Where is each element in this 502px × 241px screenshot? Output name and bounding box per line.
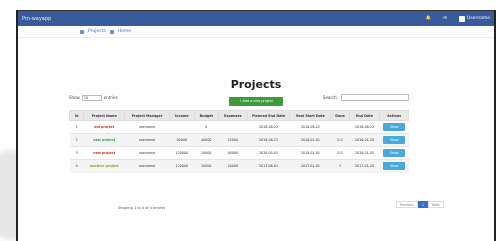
cell-actions: Show bbox=[379, 133, 409, 147]
cell-income: 90000 bbox=[169, 133, 195, 147]
cell-expenses: 20000 bbox=[218, 159, 248, 173]
cell-real-start-date: 2018-01-01 bbox=[289, 146, 331, 160]
col-planned-end-date[interactable]: Planned End Date bbox=[246, 110, 291, 121]
cell-planned-end-date: 2018-05-01 bbox=[247, 146, 290, 160]
cell-project-name[interactable]: new project bbox=[83, 133, 125, 147]
table-controls: Show 10 entries Search: bbox=[69, 94, 409, 101]
cell-done: 1 bbox=[330, 159, 350, 173]
cell-project-manager: username bbox=[124, 120, 170, 134]
cell-real-start-date: 2018-02-01 bbox=[289, 133, 331, 147]
pagination-next[interactable]: Next bbox=[428, 201, 444, 208]
cell-budget: 40000 bbox=[194, 133, 219, 147]
col-real-start-date[interactable]: Real Start Date bbox=[289, 110, 332, 121]
cell-end-date: 2017-01-20 bbox=[349, 159, 380, 173]
cell-expenses: 25000 bbox=[218, 133, 248, 147]
navbar-right: 🔔 ✉ Username bbox=[426, 15, 490, 22]
col-done[interactable]: Done bbox=[330, 110, 350, 121]
cell-expenses bbox=[218, 120, 248, 134]
cell-end-date: 2018-01-20 bbox=[349, 133, 380, 147]
top-navbar: Pm-wayapp 🔔 ✉ Username bbox=[18, 11, 494, 26]
col-budget[interactable]: Budget bbox=[193, 110, 220, 121]
show-button[interactable]: Show bbox=[383, 149, 406, 157]
cell-id: 1 bbox=[69, 120, 84, 134]
cell-income: 120000 bbox=[169, 146, 195, 160]
page-length-select[interactable]: 10 bbox=[81, 94, 102, 101]
col-end-date[interactable]: End Date bbox=[348, 110, 381, 121]
table-row: 4 another project username 120000 10000 … bbox=[69, 159, 409, 173]
username-label: Username bbox=[467, 16, 490, 21]
table-row: 2 new project username 90000 40000 25000… bbox=[69, 133, 409, 147]
cell-end-date: 2018-08-22 bbox=[349, 120, 380, 134]
cell-real-start-date: 2018-08-22 bbox=[289, 120, 331, 134]
nav-item-messages[interactable]: ✉ bbox=[443, 16, 449, 21]
projects-table: Id Project Name Project Manager Income B… bbox=[68, 110, 409, 173]
breadcrumb-projects[interactable]: Projects bbox=[88, 29, 106, 34]
search-control: Search: bbox=[323, 94, 409, 101]
cell-planned-end-date: 2018-08-22 bbox=[247, 120, 290, 134]
breadcrumb-home[interactable]: Home bbox=[118, 29, 131, 34]
cell-project-manager: username bbox=[124, 159, 170, 173]
nav-item-user[interactable]: Username bbox=[459, 15, 490, 22]
cell-project-manager: username bbox=[124, 133, 170, 147]
show-label: Show bbox=[69, 95, 80, 100]
cell-id: 2 bbox=[69, 133, 84, 147]
col-project-manager[interactable]: Project Manager bbox=[124, 110, 171, 121]
cell-budget: 0 bbox=[194, 120, 219, 134]
bell-icon: 🔔 bbox=[425, 16, 432, 21]
cell-expenses: 40000 bbox=[218, 146, 248, 160]
table-header-row: Id Project Name Project Manager Income B… bbox=[68, 110, 409, 121]
cell-real-start-date: 2017-01-01 bbox=[289, 159, 331, 173]
cell-end-date: 2018-01-05 bbox=[349, 146, 380, 160]
entries-label: entries bbox=[103, 95, 118, 100]
cell-id: 4 bbox=[69, 159, 84, 173]
page-length-control: Show 10 entries bbox=[69, 94, 118, 101]
breadcrumb: Projects Home bbox=[18, 26, 494, 38]
cell-project-manager: username bbox=[124, 146, 170, 160]
cell-planned-end-date: 2018-08-21 bbox=[247, 133, 290, 147]
folder-icon bbox=[80, 29, 84, 34]
user-icon bbox=[459, 15, 466, 22]
pagination: Previous 1 Next bbox=[396, 201, 444, 208]
cell-id: 3 bbox=[69, 146, 84, 160]
cell-income: 120000 bbox=[169, 159, 195, 173]
col-income[interactable]: Income bbox=[169, 110, 195, 121]
cell-budget: 10000 bbox=[194, 159, 219, 173]
cell-planned-end-date: 2017-06-01 bbox=[247, 159, 290, 173]
cell-project-name[interactable]: old project bbox=[83, 120, 125, 134]
cell-budget: 10000 bbox=[194, 146, 219, 160]
show-button[interactable]: Show bbox=[383, 162, 406, 171]
cell-done bbox=[330, 120, 350, 134]
show-button[interactable]: Show bbox=[383, 123, 406, 131]
mail-icon: ✉ bbox=[443, 16, 448, 21]
search-label: Search: bbox=[322, 95, 338, 100]
col-id[interactable]: Id bbox=[68, 110, 85, 121]
col-actions: Actions bbox=[379, 110, 409, 121]
col-project-name[interactable]: Project Name bbox=[83, 110, 126, 121]
screenshot-frame: Pm-wayapp 🔔 ✉ Username Projects Home Pro… bbox=[0, 0, 502, 241]
cell-actions: Show bbox=[379, 120, 409, 134]
search-input[interactable] bbox=[341, 94, 409, 101]
pagination-page-1[interactable]: 1 bbox=[417, 201, 429, 208]
nav-item-notifications[interactable]: 🔔 bbox=[426, 16, 434, 21]
brand[interactable]: Pm-wayapp bbox=[22, 16, 51, 22]
table-row: 1 old project username 0 2018-08-22 2018… bbox=[69, 120, 409, 134]
cell-actions: Show bbox=[379, 146, 409, 160]
cell-project-name[interactable]: another project bbox=[83, 159, 125, 173]
home-icon bbox=[109, 29, 114, 34]
cell-project-name[interactable]: new project bbox=[83, 146, 125, 160]
page-title: Projects bbox=[230, 78, 282, 91]
cell-actions: Show bbox=[379, 159, 409, 173]
cell-income bbox=[169, 120, 195, 134]
pagination-previous[interactable]: Previous bbox=[396, 201, 418, 208]
cell-done: 0.5 bbox=[330, 146, 350, 160]
table-row: 3 new project username 120000 10000 4000… bbox=[69, 146, 409, 160]
table-info: Showing 1 to 4 of 4 entries bbox=[118, 206, 166, 210]
cell-done: 0.5 bbox=[330, 133, 350, 147]
col-expenses[interactable]: Expenses bbox=[218, 110, 248, 121]
show-button[interactable]: Show bbox=[383, 136, 406, 144]
